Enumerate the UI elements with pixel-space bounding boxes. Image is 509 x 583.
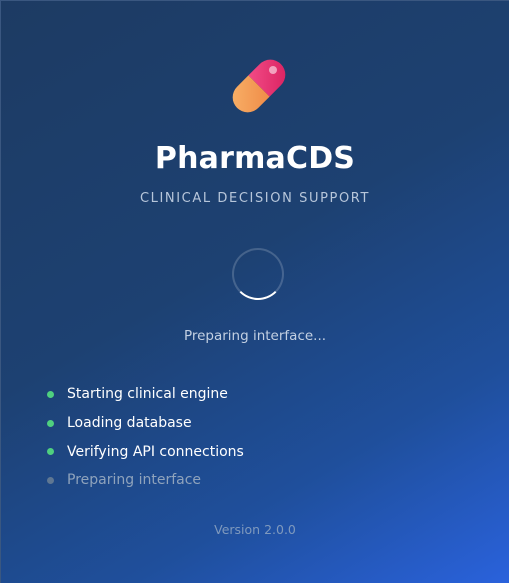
step-complete-dot-icon [47,419,54,427]
version-label: Version 2.0.0 [214,522,296,537]
step-label: Starting clinical engine [67,386,228,403]
step-label: Loading database [67,415,192,432]
step-complete-dot-icon [47,448,54,456]
step-loading-database: Loading database [47,409,244,438]
loading-status-text: Preparing interface... [183,328,327,344]
app-title: PharmaCDS [154,141,356,176]
pill-capsule-icon [223,53,295,119]
step-label: Verifying API connections [67,443,244,460]
splash-screen: PharmaCDS CLINICAL DECISION SUPPORT Prep… [0,0,509,583]
startup-steps-list: Starting clinical engine Loading databas… [47,380,244,495]
loading-spinner [232,248,284,300]
step-label: Preparing interface [67,472,202,489]
step-pending-dot-icon [47,476,54,484]
app-subtitle: CLINICAL DECISION SUPPORT [139,191,371,206]
step-complete-dot-icon [47,390,54,398]
step-starting-clinical-engine: Starting clinical engine [47,380,244,409]
step-verifying-api-connections: Verifying API connections [47,437,244,466]
step-preparing-interface: Preparing interface [47,466,244,495]
